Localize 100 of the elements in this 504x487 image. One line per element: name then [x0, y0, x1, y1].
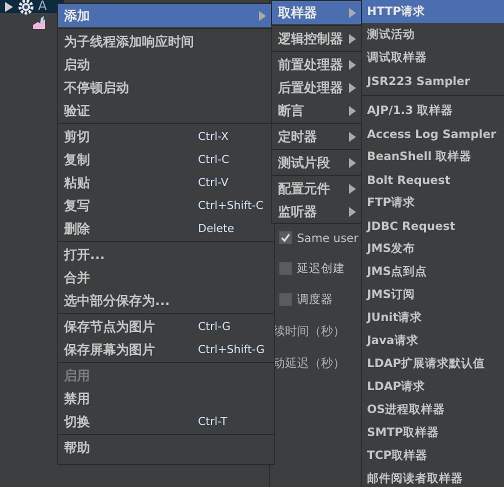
menu-item[interactable]: 删除 Delete	[58, 217, 274, 240]
menu-item[interactable]: 测试活动	[362, 23, 504, 46]
menu-item[interactable]: Java请求	[362, 329, 504, 352]
menu-item-label: 保存屏幕为图片	[64, 342, 155, 358]
shortcut-label: Ctrl-T	[198, 415, 228, 428]
menu-item-label: JMS点到点	[367, 264, 428, 279]
menu-item[interactable]: 不停顿启动	[58, 76, 274, 99]
menu-item[interactable]: 验证	[58, 99, 274, 122]
menu-item-label: 逻辑控制器	[278, 30, 343, 48]
menu-item[interactable]: 定时器	[272, 125, 361, 148]
menu-item-label: TCP取样器	[367, 448, 428, 463]
menu-item-label: 调试取样器	[367, 50, 427, 65]
menu-item[interactable]: JDBC Request	[362, 214, 504, 237]
menu-item[interactable]: 前置处理器	[272, 53, 361, 76]
menu-item[interactable]: 添加	[58, 4, 274, 27]
menu-item-label: Bolt Request	[367, 172, 450, 186]
tree-item-label[interactable]: A	[38, 0, 47, 14]
menu-item[interactable]: LDAP请求	[362, 375, 504, 398]
menu-item[interactable]: 调试取样器	[362, 46, 504, 69]
menu-item-label: 打开...	[64, 246, 105, 264]
menu-item[interactable]: 选中部分保存为...	[58, 289, 274, 312]
menu-item[interactable]: 合并	[58, 266, 274, 289]
checkbox[interactable]	[279, 293, 292, 306]
shortcut-label: Delete	[198, 222, 234, 235]
shortcut-label: Ctrl-G	[198, 320, 230, 333]
menu-item[interactable]: JMS订阅	[362, 283, 504, 306]
menu-item[interactable]: 粘贴 Ctrl-V	[58, 171, 274, 194]
menu-item-label: 添加	[64, 8, 90, 24]
menu-item[interactable]: 逻辑控制器	[272, 27, 361, 50]
menu-item-label: 帮助	[64, 440, 90, 456]
menu-item-label: 切换	[64, 414, 90, 430]
menu-item[interactable]: 帮助	[58, 436, 274, 459]
expand-arrow-icon[interactable]	[4, 2, 14, 12]
menu-item[interactable]: SMTP取样器	[362, 421, 504, 444]
menu-item-label: 取样器	[278, 4, 317, 22]
menu-item[interactable]: 配置元件	[272, 177, 361, 200]
menu-item-label: 启动	[64, 56, 90, 74]
menu-item-label: 测试片段	[278, 154, 330, 172]
menu-item[interactable]: 邮件阅读者取样器	[362, 467, 504, 487]
menu-item-label: 合并	[64, 270, 90, 286]
menu-item-label: SMTP取样器	[367, 425, 439, 440]
menu-item-label: 剪切	[64, 128, 90, 146]
chart-icon	[32, 16, 46, 30]
menu-item[interactable]: Bolt Request	[362, 168, 504, 191]
checkbox[interactable]	[279, 231, 292, 244]
menu-item-label: 断言	[278, 102, 304, 120]
menu-item[interactable]: JUnit请求	[362, 306, 504, 329]
menu-item-label: BeanShell 取样器	[367, 149, 472, 164]
menu-item[interactable]: OS进程取样器	[362, 398, 504, 421]
menu-item-label: 选中部分保存为...	[64, 292, 170, 310]
menu-item-label: 前置处理器	[278, 56, 343, 74]
menu-item[interactable]: 保存节点为图片 Ctrl-G	[58, 315, 274, 338]
menu-item[interactable]: 后置处理器	[272, 76, 361, 99]
menu-item[interactable]: AJP/1.3 取样器	[362, 99, 504, 122]
menu-item-label: LDAP扩展请求默认值	[367, 356, 486, 371]
menu-item-label: JDBC Request	[367, 218, 456, 232]
menu-item[interactable]: 测试片段	[272, 151, 361, 174]
menu-item[interactable]: 监听器	[272, 200, 361, 223]
menu-item-label: JMS订阅	[367, 287, 416, 302]
menu-item[interactable]: 打开...	[58, 243, 274, 266]
menu-item-label: FTP请求	[367, 195, 416, 210]
menu-item[interactable]: 断言	[272, 99, 361, 122]
menu-item[interactable]: JMS发布	[362, 237, 504, 260]
menu-item[interactable]: 启动	[58, 53, 274, 76]
checkbox[interactable]	[279, 262, 292, 275]
menu-item-label: Access Log Sampler	[367, 126, 496, 140]
menu-item[interactable]: Access Log Sampler	[362, 122, 504, 145]
menu-item[interactable]: 复制 Ctrl-C	[58, 148, 274, 171]
menu-item[interactable]: FTP请求	[362, 191, 504, 214]
menu-item[interactable]: 保存屏幕为图片 Ctrl+Shift-G	[58, 338, 274, 361]
menu-item-label: 邮件阅读者取样器	[367, 471, 463, 486]
menu-item[interactable]: BeanShell 取样器	[362, 145, 504, 168]
menu-item-label: AJP/1.3 取样器	[367, 103, 454, 118]
menu-item[interactable]: 剪切 Ctrl-X	[58, 125, 274, 148]
shortcut-label: Ctrl-C	[198, 153, 230, 166]
menu-item-label: JSR223 Sampler	[367, 74, 470, 88]
menu-item-label: OS进程取样器	[367, 402, 446, 417]
menu-item[interactable]: 取样器	[272, 1, 361, 24]
menu-item[interactable]: 切换 Ctrl-T	[58, 410, 274, 433]
menu-item[interactable]: TCP取样器	[362, 444, 504, 467]
shortcut-label: Ctrl+Shift-C	[198, 199, 264, 212]
menu-item[interactable]: 复写 Ctrl+Shift-C	[58, 194, 274, 217]
menu-item[interactable]: 禁用	[58, 387, 274, 410]
menu-item[interactable]: JSR223 Sampler	[362, 69, 504, 92]
menu-item-label: 删除	[64, 220, 90, 238]
menu-item[interactable]: JMS点到点	[362, 260, 504, 283]
menu-item-label: 启用	[64, 368, 90, 384]
menu-item[interactable]: 为子线程添加响应时间	[58, 30, 274, 53]
menu-item-label: 为子线程添加响应时间	[64, 34, 194, 50]
menu-item-label: 复制	[64, 152, 90, 168]
shortcut-label: Ctrl-V	[198, 176, 228, 189]
menu-item[interactable]: LDAP扩展请求默认值	[362, 352, 504, 375]
menu-item-label: 测试活动	[367, 27, 415, 42]
menu-item-label: 粘贴	[64, 174, 90, 192]
menu-item-label: Java请求	[367, 333, 418, 348]
menu-item[interactable]: HTTP请求	[362, 0, 504, 23]
checkbox-label: 延迟创建	[297, 261, 345, 276]
menu-item-label: 保存节点为图片	[64, 318, 155, 336]
shortcut-label: Ctrl-X	[198, 130, 229, 143]
menu-item-label: 后置处理器	[278, 80, 343, 96]
